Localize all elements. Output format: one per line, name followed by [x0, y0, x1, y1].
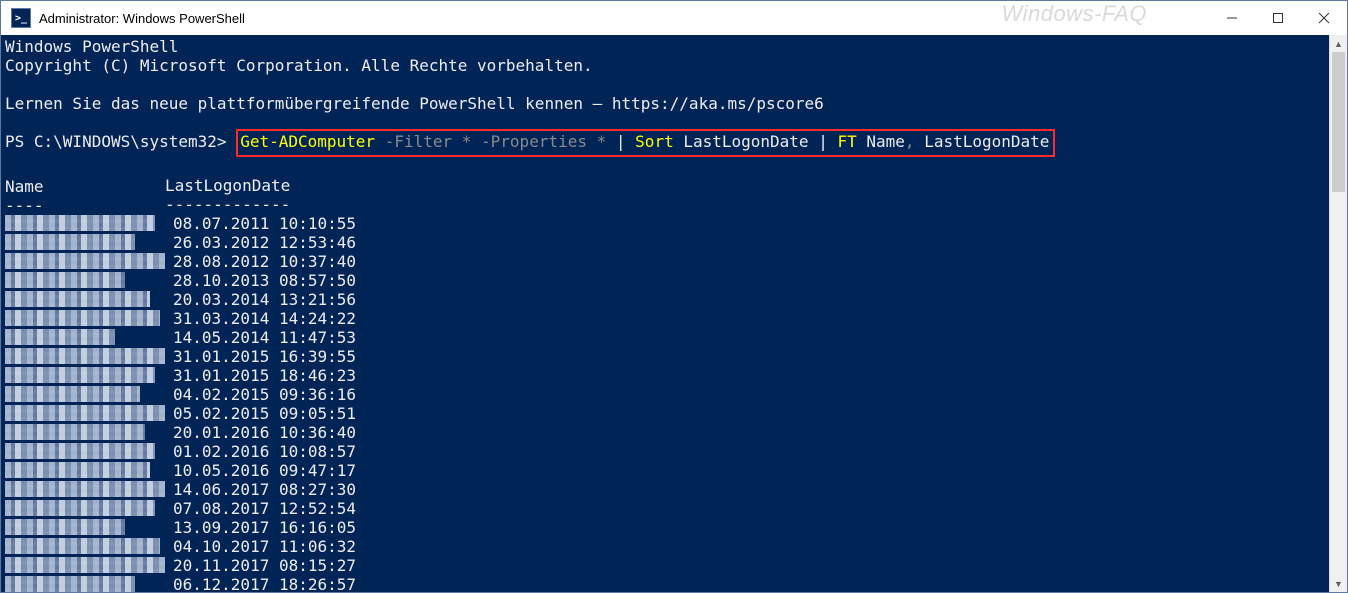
hint-line: Lernen Sie das neue plattformübergreifen… [5, 94, 824, 113]
table-row: 20.01.2016 10:36:40 [5, 423, 1329, 442]
redacted-name-cell [5, 462, 150, 478]
table-row: 31.03.2014 14:24:22 [5, 309, 1329, 328]
redacted-name-cell [5, 253, 165, 269]
redacted-name-cell [5, 386, 140, 402]
redacted-name-cell [5, 424, 145, 440]
powershell-icon: >_ [11, 8, 31, 28]
lastlogondate-cell: 01.02.2016 10:08:57 [173, 442, 356, 461]
table-row: 08.07.2011 10:10:55 [5, 214, 1329, 233]
lastlogondate-cell: 20.03.2014 13:21:56 [173, 290, 356, 309]
watermark-text: Windows-FAQ [1002, 1, 1147, 27]
table-row: 13.09.2017 16:16:05 [5, 518, 1329, 537]
redacted-name-cell [5, 538, 160, 554]
scroll-track[interactable] [1330, 52, 1347, 575]
lastlogondate-cell: 28.08.2012 10:37:40 [173, 252, 356, 271]
redacted-name-cell [5, 405, 165, 421]
lastlogondate-cell: 31.01.2015 18:46:23 [173, 366, 356, 385]
table-row: 20.11.2017 08:15:27 [5, 556, 1329, 575]
cmd-params: -Filter * -Properties * [375, 132, 616, 151]
col-underline-name: ---- [5, 196, 165, 212]
window-title: Administrator: Windows PowerShell [39, 11, 245, 26]
table-row: 06.12.2017 18:26:57 [5, 575, 1329, 592]
table-row: 20.03.2014 13:21:56 [5, 290, 1329, 309]
comma: , [905, 132, 915, 151]
lastlogondate-cell: 08.07.2011 10:10:55 [173, 214, 356, 233]
lastlogondate-cell: 31.01.2015 16:39:55 [173, 347, 356, 366]
redacted-name-cell [5, 481, 165, 497]
window-controls [1209, 1, 1347, 35]
table-row: 04.10.2017 11:06:32 [5, 537, 1329, 556]
close-icon [1318, 12, 1330, 24]
lastlogondate-cell: 20.01.2016 10:36:40 [173, 423, 356, 442]
console-output[interactable]: Windows PowerShell Copyright (C) Microso… [1, 35, 1329, 592]
prompt: PS C:\WINDOWS\system32> [5, 132, 227, 151]
lastlogondate-cell: 28.10.2013 08:57:50 [173, 271, 356, 290]
minimize-icon [1227, 13, 1237, 23]
table-row: 28.08.2012 10:37:40 [5, 252, 1329, 271]
scroll-up-button[interactable]: ▲ [1330, 35, 1347, 52]
lastlogondate-cell: 05.02.2015 09:05:51 [173, 404, 356, 423]
vertical-scrollbar[interactable]: ▲ ▼ [1329, 35, 1347, 592]
arg-lastlogondate-1: LastLogonDate [674, 132, 819, 151]
lastlogondate-cell: 31.03.2014 14:24:22 [173, 309, 356, 328]
redacted-name-cell [5, 291, 150, 307]
maximize-icon [1273, 13, 1283, 23]
close-button[interactable] [1301, 1, 1347, 35]
lastlogondate-cell: 07.08.2017 12:52:54 [173, 499, 356, 518]
pipe-2: | [818, 132, 828, 151]
command-highlight-box: Get-ADComputer -Filter * -Properties * |… [236, 129, 1055, 157]
redacted-name-cell [5, 215, 155, 231]
redacted-name-cell [5, 443, 155, 459]
cmdlet-sort: Sort [635, 132, 674, 151]
col-header-date: LastLogonDate [165, 176, 290, 195]
table-row: 05.02.2015 09:05:51 [5, 404, 1329, 423]
table-row: 04.02.2015 09:36:16 [5, 385, 1329, 404]
redacted-name-cell [5, 500, 155, 516]
redacted-name-cell [5, 519, 125, 535]
lastlogondate-cell: 06.12.2017 18:26:57 [173, 575, 356, 592]
table-row: 01.02.2016 10:08:57 [5, 442, 1329, 461]
pipe-1: | [616, 132, 626, 151]
table-row: 31.01.2015 16:39:55 [5, 347, 1329, 366]
arg-name: Name [857, 132, 905, 151]
lastlogondate-cell: 14.05.2014 11:47:53 [173, 328, 356, 347]
banner-line-1: Windows PowerShell [5, 37, 178, 56]
titlebar[interactable]: >_ Administrator: Windows PowerShell Win… [1, 1, 1347, 35]
arg-lastlogondate-2: LastLogonDate [915, 132, 1050, 151]
table-row: 07.08.2017 12:52:54 [5, 499, 1329, 518]
table-row: 31.01.2015 18:46:23 [5, 366, 1329, 385]
client-area: Windows PowerShell Copyright (C) Microso… [1, 35, 1347, 592]
redacted-name-cell [5, 557, 165, 573]
table-row: 14.06.2017 08:27:30 [5, 480, 1329, 499]
cmdlet-get-adcomputer: Get-ADComputer [240, 132, 375, 151]
banner-line-2: Copyright (C) Microsoft Corporation. All… [5, 56, 593, 75]
lastlogondate-cell: 14.06.2017 08:27:30 [173, 480, 356, 499]
lastlogondate-cell: 13.09.2017 16:16:05 [173, 518, 356, 537]
table-row: 28.10.2013 08:57:50 [5, 271, 1329, 290]
lastlogondate-cell: 04.02.2015 09:36:16 [173, 385, 356, 404]
redacted-name-cell [5, 234, 135, 250]
lastlogondate-cell: 10.05.2016 09:47:17 [173, 461, 356, 480]
table-row: 26.03.2012 12:53:46 [5, 233, 1329, 252]
scroll-thumb[interactable] [1332, 52, 1345, 192]
table-row: 14.05.2014 11:47:53 [5, 328, 1329, 347]
maximize-button[interactable] [1255, 1, 1301, 35]
table-row: 10.05.2016 09:47:17 [5, 461, 1329, 480]
powershell-icon-glyph: >_ [15, 13, 27, 24]
redacted-name-cell [5, 272, 125, 288]
lastlogondate-cell: 20.11.2017 08:15:27 [173, 556, 356, 575]
redacted-name-cell [5, 329, 115, 345]
cmdlet-ft: FT [837, 132, 856, 151]
col-header-name: Name [5, 177, 165, 193]
minimize-button[interactable] [1209, 1, 1255, 35]
col-underline-date: ------------- [165, 195, 290, 214]
redacted-name-cell [5, 576, 135, 592]
redacted-name-cell [5, 348, 165, 364]
redacted-name-cell [5, 367, 155, 383]
scroll-down-button[interactable]: ▼ [1330, 575, 1347, 592]
lastlogondate-cell: 04.10.2017 11:06:32 [173, 537, 356, 556]
lastlogondate-cell: 26.03.2012 12:53:46 [173, 233, 356, 252]
redacted-name-cell [5, 310, 160, 326]
powershell-window: >_ Administrator: Windows PowerShell Win… [0, 0, 1348, 593]
